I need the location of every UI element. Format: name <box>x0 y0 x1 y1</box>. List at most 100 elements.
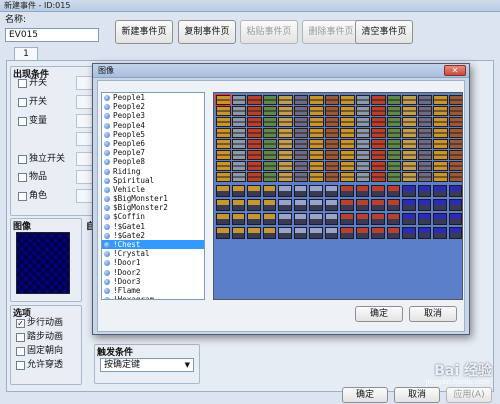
file-list-item[interactable]: !Door2 <box>102 268 204 277</box>
sprite-frame <box>262 227 276 239</box>
through-checkbox[interactable] <box>16 361 25 370</box>
tab-page-1[interactable]: 1 <box>14 47 38 60</box>
switch2-checkbox[interactable] <box>18 98 27 107</box>
item-checkbox[interactable] <box>18 173 27 182</box>
file-bullet-icon <box>104 196 110 203</box>
file-bullet-icon <box>104 113 110 120</box>
sprite-frame <box>278 150 293 160</box>
walking-anim-checkbox[interactable]: ✓ <box>16 319 25 328</box>
event-image-preview[interactable] <box>16 232 70 294</box>
sprite-frame <box>216 161 231 171</box>
file-list-item[interactable]: !Crystal <box>102 249 204 258</box>
sprite-frame <box>417 117 432 127</box>
file-list-item[interactable]: !Chest <box>102 240 204 250</box>
file-bullet-icon <box>104 159 110 166</box>
sprite-frame <box>324 185 338 197</box>
sprite-frame <box>216 227 230 239</box>
sprite-frame <box>293 139 308 149</box>
sprite-frame <box>340 150 355 160</box>
file-list-item[interactable]: !Door3 <box>102 277 204 286</box>
file-bullet-icon <box>104 205 110 212</box>
stepping-anim-checkbox[interactable] <box>16 333 25 342</box>
paste-page-button[interactable]: 粘贴事件页 <box>240 20 298 44</box>
file-list-item[interactable]: People1 <box>102 93 204 102</box>
direction-fix-checkbox[interactable] <box>16 347 25 356</box>
file-list-item[interactable]: Vehicle <box>102 185 204 194</box>
sprite-frame <box>402 117 417 127</box>
sprite-frame <box>231 150 246 160</box>
file-bullet-icon <box>104 232 110 239</box>
file-name: People1 <box>113 93 146 102</box>
sprite-frame <box>262 106 277 116</box>
ok-button[interactable]: 确定 <box>342 387 388 403</box>
sprite-frame <box>247 161 262 171</box>
sprite-frame <box>448 213 462 225</box>
file-list-item[interactable]: $BigMonster1 <box>102 194 204 203</box>
sprite-frame <box>402 185 416 197</box>
dialog-ok-button[interactable]: 确定 <box>355 306 403 322</box>
trigger-select[interactable]: 按确定键 ▼ <box>100 358 194 372</box>
event-name-input[interactable]: EV015 <box>5 28 99 42</box>
sprite-frame <box>216 199 230 211</box>
actor-checkbox[interactable] <box>18 192 27 201</box>
file-list[interactable]: People1 People2 People3 People4 People5 Peopl… <box>101 92 205 300</box>
file-list-item[interactable]: !$Gate2 <box>102 231 204 240</box>
file-list-item[interactable]: !$Gate1 <box>102 222 204 231</box>
dialog-cancel-button[interactable]: 取消 <box>409 306 457 322</box>
switch1-checkbox[interactable] <box>18 79 27 88</box>
file-name: People8 <box>113 157 146 167</box>
sprite-frame <box>433 106 448 116</box>
file-list-item[interactable]: !Hexagram <box>102 295 204 299</box>
sprite-sheet-preview[interactable] <box>213 92 463 300</box>
sprite-frame <box>340 185 354 197</box>
file-list-item[interactable]: !Door1 <box>102 258 204 267</box>
new-page-button[interactable]: 新建事件页 <box>115 20 173 44</box>
file-name: !Chest <box>113 240 141 249</box>
variable-label: 变量 <box>29 116 48 126</box>
sprite-frame <box>340 172 355 182</box>
file-list-item[interactable]: People3 <box>102 111 204 120</box>
cancel-button[interactable]: 取消 <box>394 387 440 403</box>
sprite-frame <box>262 139 277 149</box>
file-bullet-icon <box>104 223 110 230</box>
copy-page-button[interactable]: 复制事件页 <box>178 20 236 44</box>
file-list-item[interactable]: $BigMonster2 <box>102 203 204 212</box>
sprite-frame <box>324 95 339 105</box>
file-bullet-icon <box>104 95 110 101</box>
apply-button[interactable]: 应用(A) <box>446 387 492 403</box>
trigger-title: 触发条件 <box>97 348 134 358</box>
sprite-frame <box>309 213 323 225</box>
sprite-frame <box>402 172 417 182</box>
file-list-item[interactable]: $Coffin <box>102 212 204 221</box>
sprite-frame <box>433 150 448 160</box>
sprite-frame <box>231 227 245 239</box>
clear-page-button[interactable]: 清空事件页 <box>355 20 413 44</box>
file-list-item[interactable]: People4 <box>102 121 204 130</box>
watermark-url: jingyan.baidu.com <box>425 378 490 386</box>
sprite-frame <box>371 161 386 171</box>
close-icon[interactable]: ✕ <box>444 65 466 76</box>
sprite-frame <box>247 117 262 127</box>
file-list-item[interactable]: Spiritual <box>102 176 204 185</box>
delete-page-button[interactable]: 删除事件页 <box>302 20 360 44</box>
file-list-item[interactable]: People2 <box>102 102 204 111</box>
sprite-frame <box>371 95 386 105</box>
file-list-item[interactable]: People6 <box>102 139 204 148</box>
sprite-frame <box>386 150 401 160</box>
sprite-frame <box>293 150 308 160</box>
window-titlebar: 新建事件 - ID:015 <box>0 0 500 12</box>
sprite-frame <box>386 172 401 182</box>
sprite-frame <box>262 172 277 182</box>
variable-checkbox[interactable] <box>18 117 27 126</box>
file-list-item[interactable]: People5 <box>102 130 204 139</box>
self-switch-checkbox[interactable] <box>18 155 27 164</box>
file-list-item[interactable]: People8 <box>102 157 204 166</box>
sprite-frame <box>448 172 462 182</box>
sprite-frame <box>340 213 354 225</box>
file-list-item[interactable]: Riding <box>102 167 204 176</box>
image-title: 图像 <box>13 222 32 232</box>
file-list-item[interactable]: People7 <box>102 148 204 157</box>
sprite-frame <box>262 128 277 138</box>
sprite-frame <box>262 213 276 225</box>
file-list-item[interactable]: !Flame <box>102 286 204 295</box>
